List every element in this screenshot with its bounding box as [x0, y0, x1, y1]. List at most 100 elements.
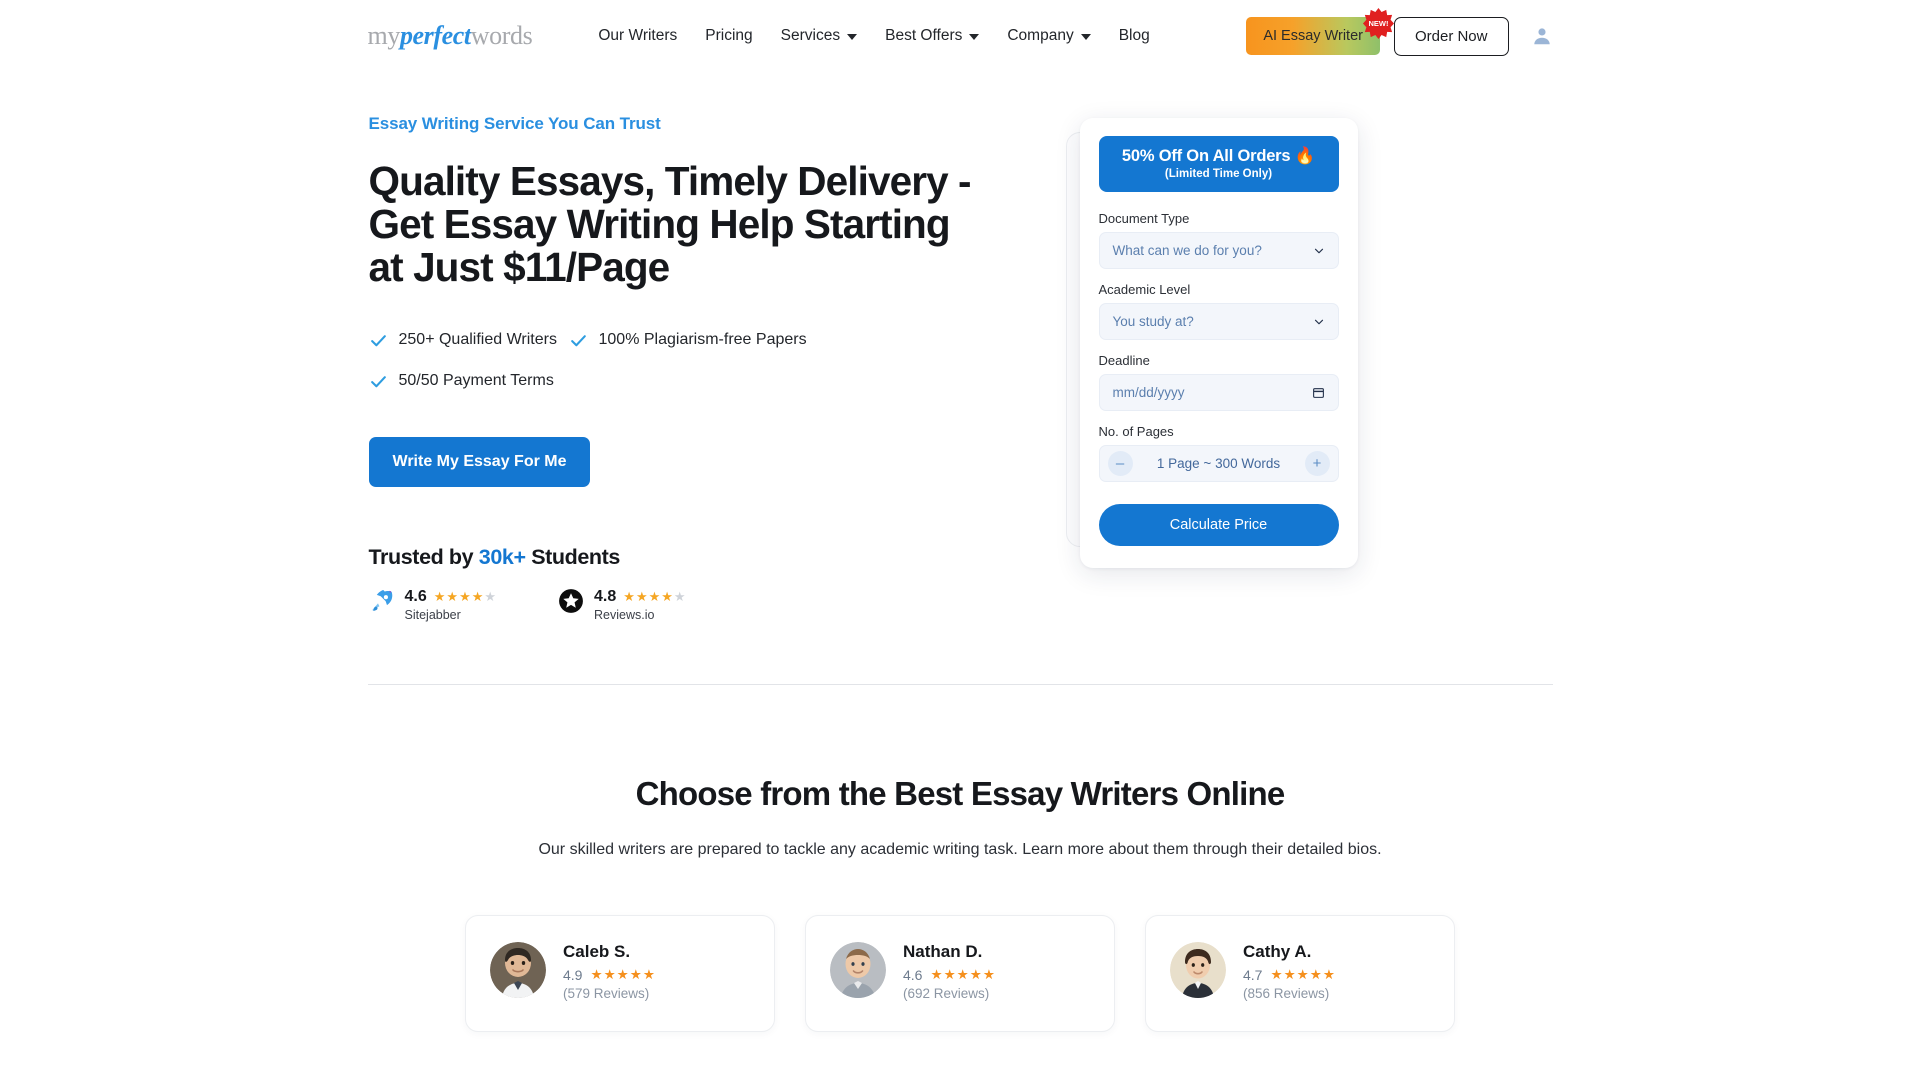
rating-sitejabber[interactable]: 4.6 ★ ★ ★ ★ ★ Sitejabber [369, 587, 497, 622]
writers-section: Choose from the Best Essay Writers Onlin… [368, 685, 1553, 1032]
page-title: Quality Essays, Timely Delivery - Get Es… [368, 158, 972, 290]
writers-section-subtitle: Our skilled writers are prepared to tack… [538, 840, 1382, 858]
field-document-type: Document Type What can we do for you? [1098, 211, 1339, 269]
writer-info: Cathy A. 4.7 ★★★★★ (856 Reviews) [1243, 942, 1336, 1001]
logo-part-words: words [470, 21, 533, 50]
chevron-down-icon [1314, 319, 1323, 324]
avatar [490, 941, 546, 998]
writer-score: 4.7 [1243, 966, 1263, 983]
chevron-down-icon [1080, 34, 1091, 40]
writer-review-count: (692 Reviews) [903, 985, 990, 1001]
writer-card-list: Caleb S. 4.9 ★★★★★ (579 Reviews) Nathan … [368, 914, 1553, 1032]
pages-value: 1 Page ~ 300 Words [1156, 456, 1281, 471]
writer-stars: ★★★★★ [930, 966, 996, 982]
nav-item-best-offers[interactable]: Best Offers [871, 19, 993, 53]
writers-section-title: Choose from the Best Essay Writers Onlin… [635, 774, 1286, 812]
trusted-by-text: Trusted by 30k+ Students [369, 545, 1068, 570]
field-label: Document Type [1098, 211, 1190, 226]
logo-part-my: my [367, 21, 401, 50]
select-value: You study at? [1112, 314, 1194, 329]
writer-info: Nathan D. 4.6 ★★★★★ (692 Reviews) [903, 942, 996, 1001]
feature-label: 100% Plagiarism-free Papers [598, 331, 807, 349]
chevron-down-icon [847, 34, 858, 40]
writer-name: Caleb S. [563, 941, 631, 961]
field-label: Deadline [1098, 353, 1150, 368]
ai-essay-writer-label: AI Essay Writer [1263, 28, 1363, 44]
nav-item-company[interactable]: Company [993, 19, 1104, 53]
rating-score: 4.8 [594, 587, 617, 605]
date-placeholder: mm/dd/yyyy [1112, 385, 1185, 400]
trusted-suffix: Students [525, 544, 620, 569]
nav-label: Services [780, 27, 841, 44]
hero-eyebrow: Essay Writing Service You Can Trust [368, 114, 661, 133]
nav-item-pricing[interactable]: Pricing [691, 19, 766, 53]
writer-stars: ★★★★★ [1270, 966, 1336, 982]
hero-feature-list: 250+ Qualified Writers 100% Plagiarism-f… [369, 331, 889, 391]
check-icon [570, 334, 586, 347]
calculate-price-button[interactable]: Calculate Price [1098, 504, 1339, 546]
writer-card[interactable]: Cathy A. 4.7 ★★★★★ (856 Reviews) [1145, 914, 1455, 1032]
hero-left-column: Essay Writing Service You Can Trust Qual… [368, 114, 1068, 622]
user-icon[interactable] [1531, 25, 1553, 47]
academic-level-select[interactable]: You study at? [1098, 303, 1339, 340]
writer-score: 4.6 [903, 966, 923, 983]
rating-score: 4.6 [404, 587, 427, 605]
new-badge: NEW! [1362, 8, 1394, 39]
feature-label: 50/50 Payment Terms [398, 372, 554, 390]
document-type-select[interactable]: What can we do for you? [1098, 232, 1339, 269]
star-circle-icon [558, 588, 584, 619]
writer-info: Caleb S. 4.9 ★★★★★ (579 Reviews) [563, 942, 656, 1001]
avatar [830, 941, 886, 998]
calendar-icon [1312, 388, 1324, 398]
pages-stepper: – 1 Page ~ 300 Words + [1098, 445, 1339, 482]
header-actions: AI Essay Writer NEW! Order Now [1246, 8, 1553, 56]
increase-pages-button[interactable]: + [1304, 451, 1330, 476]
rating-source-name: Reviews.io [594, 607, 655, 622]
avatar [1170, 941, 1226, 998]
deadline-date-input[interactable]: mm/dd/yyyy [1098, 374, 1339, 411]
ai-essay-writer-button[interactable]: AI Essay Writer NEW! [1246, 8, 1394, 55]
trusted-count: 30k+ [478, 544, 526, 569]
decrease-pages-button[interactable]: – [1107, 451, 1133, 476]
nav-label: Our Writers [598, 27, 678, 44]
logo-part-perfect: perfect [399, 21, 471, 50]
nav-label: Pricing [705, 27, 753, 44]
nav-item-our-writers[interactable]: Our Writers [584, 19, 691, 53]
site-header: myperfectwords Our Writers Pricing Servi… [0, 0, 1920, 72]
feature-item: 100% Plagiarism-free Papers [569, 331, 859, 350]
writer-name: Cathy A. [1243, 941, 1312, 961]
select-value: What can we do for you? [1112, 243, 1262, 258]
promo-banner: 50% Off On All Orders 🔥 (Limited Time On… [1098, 136, 1339, 192]
rating-stars: ★ ★ ★ ★ ★ [433, 589, 497, 605]
nav-label: Company [1007, 27, 1074, 44]
hero-right-column: 50% Off On All Orders 🔥 (Limited Time On… [1065, 114, 1553, 568]
field-no-of-pages: No. of Pages – 1 Page ~ 300 Words + [1098, 424, 1339, 482]
nav-item-services[interactable]: Services [767, 19, 871, 53]
writer-review-count: (856 Reviews) [1243, 985, 1330, 1001]
order-now-button[interactable]: Order Now [1393, 16, 1509, 56]
rating-badges: 4.6 ★ ★ ★ ★ ★ Sitejabber 4.8 ★ ★ ★ ★ ★ R… [369, 588, 1068, 622]
feature-item: 50/50 Payment Terms [369, 372, 569, 391]
write-my-essay-button[interactable]: Write My Essay For Me [368, 436, 591, 487]
writer-stars: ★★★★★ [590, 966, 656, 982]
site-logo[interactable]: myperfectwords [368, 21, 533, 51]
field-label: Academic Level [1098, 282, 1191, 297]
rating-body: 4.8 ★ ★ ★ ★ ★ Reviews.io [594, 588, 686, 622]
field-academic-level: Academic Level You study at? [1098, 282, 1339, 340]
rating-reviewsio[interactable]: 4.8 ★ ★ ★ ★ ★ Reviews.io [558, 588, 686, 622]
feature-label: 250+ Qualified Writers [398, 331, 557, 349]
writer-card[interactable]: Nathan D. 4.6 ★★★★★ (692 Reviews) [805, 914, 1115, 1032]
nav-item-blog[interactable]: Blog [1105, 19, 1164, 53]
writer-score: 4.9 [563, 966, 583, 983]
check-icon [370, 334, 386, 347]
chevron-down-icon [969, 34, 980, 40]
rating-source-name: Sitejabber [404, 607, 461, 622]
writer-review-count: (579 Reviews) [563, 985, 650, 1001]
page-root: myperfectwords Our Writers Pricing Servi… [0, 0, 1920, 1032]
nav-label: Best Offers [885, 27, 963, 44]
rocket-icon [369, 588, 395, 619]
field-deadline: Deadline mm/dd/yyyy [1098, 353, 1339, 411]
writer-card[interactable]: Caleb S. 4.9 ★★★★★ (579 Reviews) [465, 914, 775, 1032]
chevron-down-icon [1314, 248, 1323, 253]
order-form-card: 50% Off On All Orders 🔥 (Limited Time On… [1079, 118, 1358, 568]
